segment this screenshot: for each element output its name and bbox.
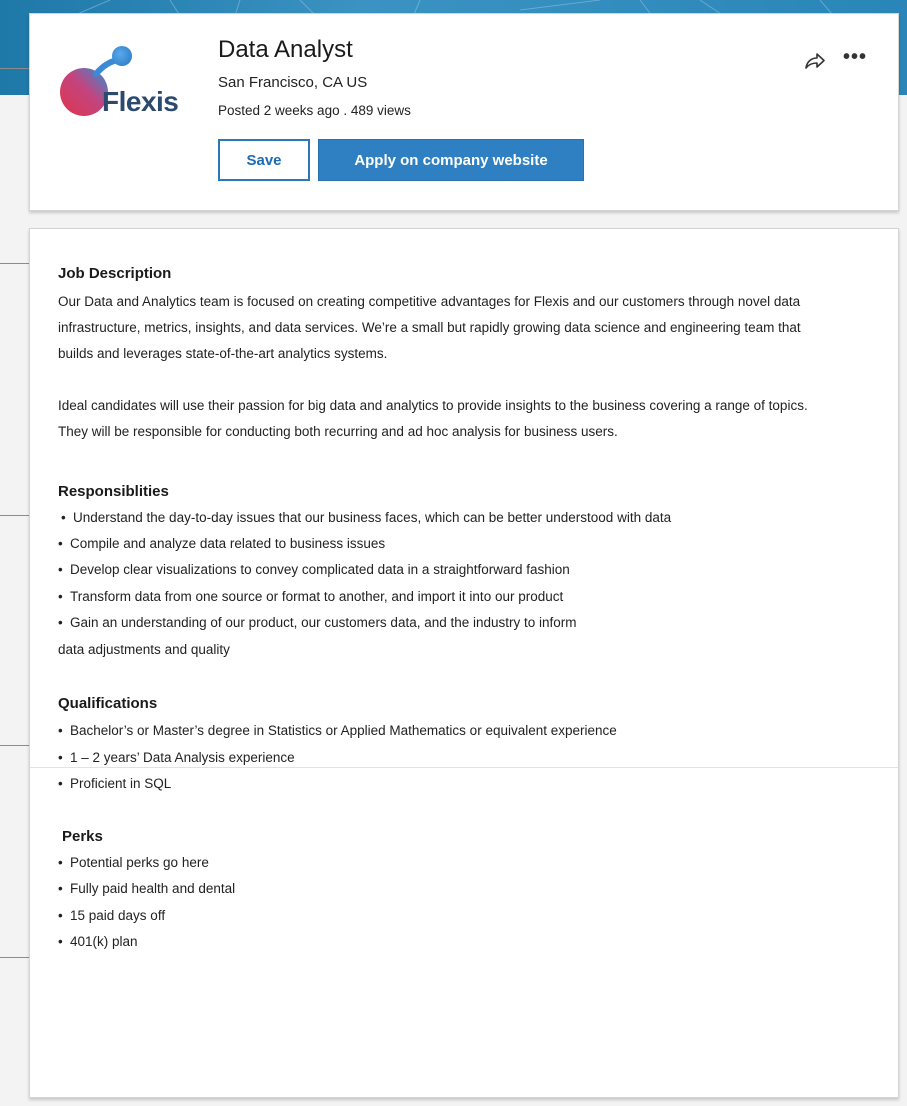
list-item: • Fully paid health and dental	[58, 881, 235, 896]
bullet-icon: •	[58, 776, 63, 791]
callout-line-header	[0, 68, 30, 69]
callout-line-description	[0, 263, 30, 264]
list-item: • Transform data from one source or forma…	[58, 589, 563, 604]
description-paragraph: Ideal candidates will use their passion …	[58, 398, 808, 439]
apply-button[interactable]: Apply on company website	[318, 139, 584, 181]
more-icon[interactable]: •••	[843, 46, 867, 69]
list-item: • 401(k) plan	[58, 934, 138, 949]
callout-line-qualifications	[0, 745, 30, 746]
qualifications-heading: Qualifications	[58, 695, 158, 712]
card-footer-divider	[30, 767, 898, 768]
list-item: • Bachelor’s or Master’s degree in Statis…	[58, 723, 617, 738]
list-item-text: 15 paid days off	[70, 908, 166, 923]
company-logo[interactable]: Flexis	[52, 34, 192, 124]
bullet-icon: •	[58, 589, 63, 604]
bullet-icon: •	[58, 536, 63, 551]
posting-meta: Posted 2 weeks ago . 489 views	[218, 103, 411, 118]
list-item: • Gain an understanding of our product, o…	[58, 615, 577, 630]
list-item: • Develop clear visualizations to convey …	[58, 562, 570, 577]
share-icon[interactable]	[804, 52, 826, 70]
list-item-continuation: data adjustments and quality	[58, 642, 230, 657]
perks-heading: Perks	[62, 828, 103, 845]
job-header-card: Flexis Data Analyst San Francisco, CA US…	[29, 13, 899, 211]
job-details-card: Job Description Our Data and Analytics t…	[29, 228, 899, 1098]
bullet-icon: •	[58, 855, 63, 870]
bullet-icon: •	[58, 615, 63, 630]
description-paragraph: Our Data and Analytics team is focused o…	[58, 294, 801, 361]
save-button[interactable]: Save	[218, 139, 310, 181]
list-item-text: Transform data from one source or format…	[70, 589, 564, 604]
list-item: • Proficient in SQL	[58, 776, 171, 791]
list-item-text: Gain an understanding of our product, ou…	[70, 615, 577, 630]
bullet-icon: •	[58, 881, 63, 896]
list-item-text: 401(k) plan	[70, 934, 138, 949]
description-heading: Job Description	[58, 265, 172, 282]
bullet-icon: •	[58, 934, 63, 949]
callout-line-perks	[0, 957, 30, 958]
list-item: • Compile and analyze data related to bus…	[58, 536, 385, 551]
list-item: • 15 paid days off	[58, 908, 165, 923]
list-item-text: Proficient in SQL	[70, 776, 172, 791]
list-item: • Potential perks go here	[58, 855, 209, 870]
list-item: • 1 – 2 years’ Data Analysis experience	[58, 750, 295, 765]
list-item-text: Bachelor’s or Master’s degree in Statist…	[70, 723, 617, 738]
list-item-text: Compile and analyze data related to busi…	[70, 536, 386, 551]
job-location: San Francisco, CA US	[218, 74, 368, 91]
job-title: Data Analyst	[218, 36, 353, 63]
list-item-text: Potential perks go here	[70, 855, 209, 870]
list-item: • Understand the day-to-day issues that o…	[61, 510, 671, 525]
callout-line-responsibilities	[0, 515, 30, 516]
bullet-icon: •	[58, 750, 63, 765]
bullet-icon: •	[58, 562, 63, 577]
list-item-text: Understand the day-to-day issues that ou…	[73, 510, 672, 525]
bullet-icon: •	[61, 510, 66, 525]
list-item-text: Fully paid health and dental	[70, 881, 236, 896]
bullet-icon: •	[58, 908, 63, 923]
list-item-text: 1 – 2 years’ Data Analysis experience	[70, 750, 295, 765]
bullet-icon: •	[58, 723, 63, 738]
list-item-text: Develop clear visualizations to convey c…	[70, 562, 570, 577]
responsibilities-heading: Responsiblities	[58, 483, 169, 500]
company-name: Flexis	[102, 86, 179, 117]
